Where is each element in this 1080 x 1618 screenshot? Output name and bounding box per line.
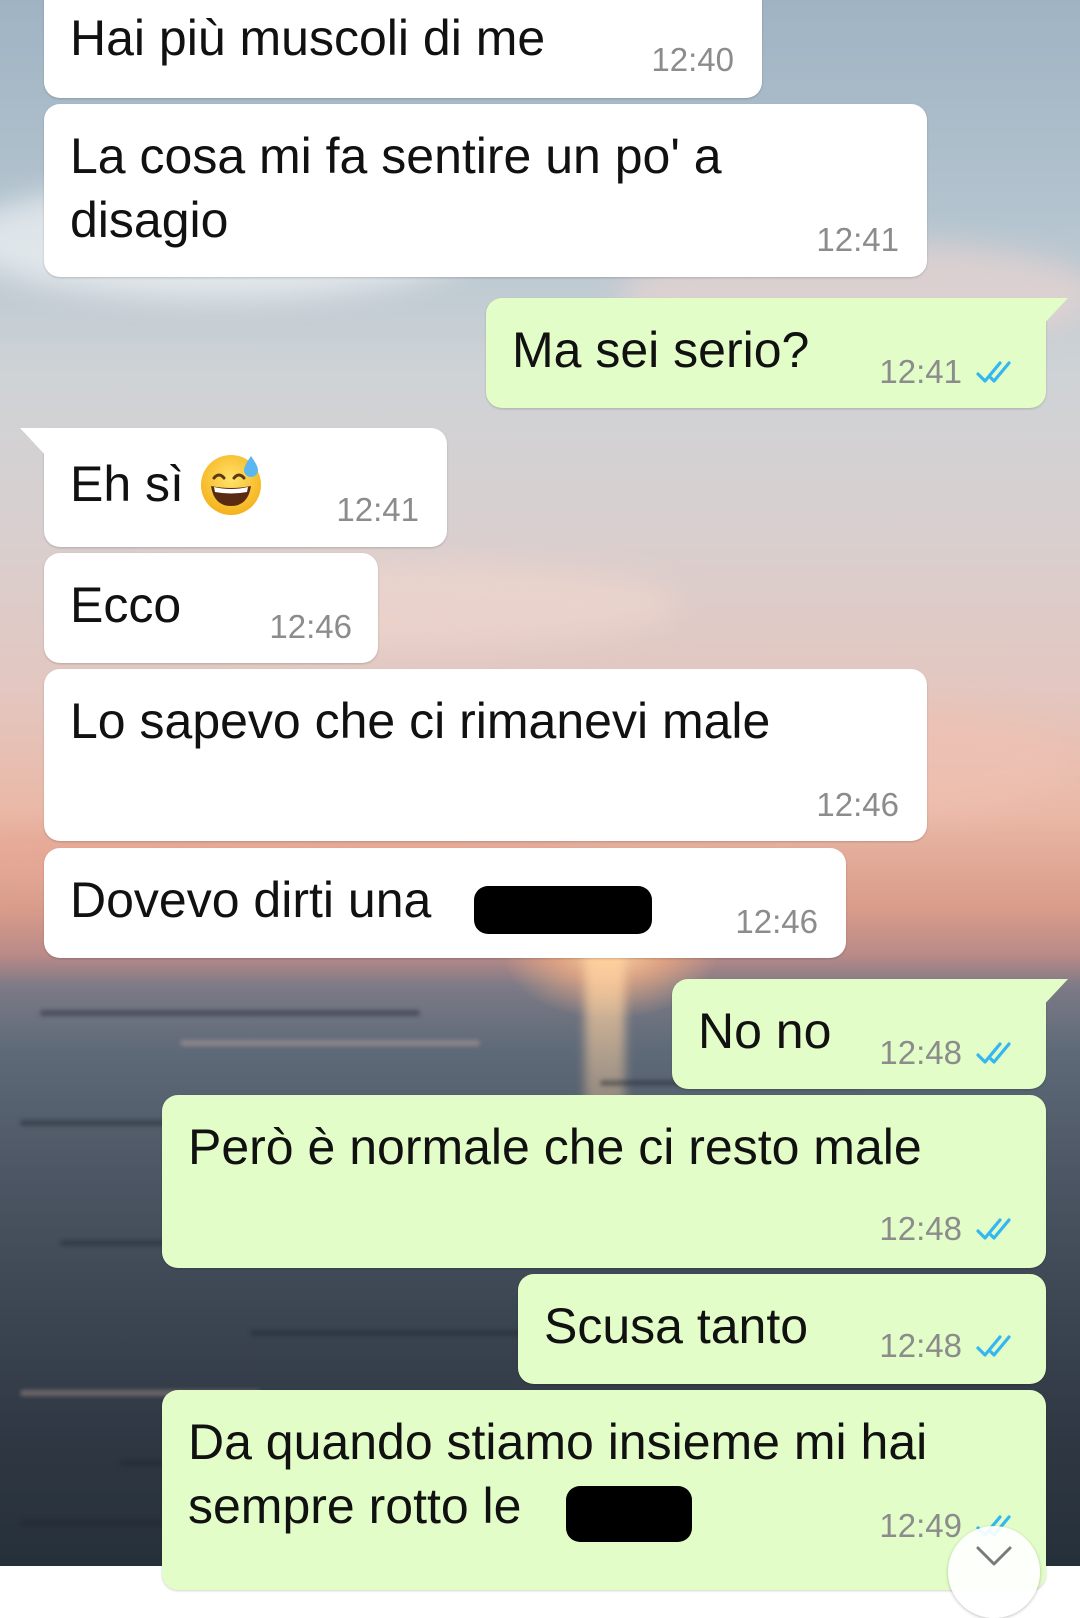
message-text: Hai più muscoli di me (70, 10, 546, 66)
message-bubble-outgoing[interactable]: Da quando stiamo insieme mi hai sempre r… (162, 1390, 1046, 1590)
message-time: 12:46 (816, 786, 899, 823)
message-time: 12:41 (879, 353, 962, 390)
message-text: Da quando stiamo insieme mi hai sempre r… (188, 1414, 928, 1534)
double-check-icon (976, 361, 1011, 383)
bubble-tail (1040, 979, 1068, 1009)
message-time: 12:46 (269, 608, 352, 645)
double-check-icon (976, 1218, 1011, 1240)
message-bubble-incoming[interactable]: Hai più muscoli di me 12:40 (44, 0, 762, 98)
chevron-down-icon (976, 1546, 1012, 1566)
message-time: 12:48 (879, 1210, 962, 1247)
message-time: 12:41 (816, 221, 899, 258)
message-text: La cosa mi fa sentire un po' a disagio (70, 128, 722, 248)
message-text: Scusa tanto (544, 1298, 809, 1354)
message-time: 12:49 (879, 1507, 962, 1544)
message-bubble-incoming[interactable]: Ecco 12:46 (44, 553, 378, 663)
message-bubble-outgoing[interactable]: Ma sei serio? 12:41 (486, 298, 1068, 408)
message-text: Eh sì (70, 456, 184, 512)
grinning-face-with-sweat-icon (201, 455, 261, 515)
message-time: 12:48 (879, 1327, 962, 1364)
message-time: 12:41 (336, 491, 419, 528)
message-time: 12:48 (879, 1034, 962, 1071)
message-bubble-outgoing[interactable]: No no 12:48 (672, 979, 1068, 1089)
message-text: Però è normale che ci resto male (188, 1119, 922, 1175)
message-text: Ecco (70, 577, 182, 633)
message-time: 12:46 (735, 903, 818, 940)
double-check-icon (976, 1335, 1011, 1357)
message-text: Dovevo dirti una (70, 872, 432, 928)
bubble-tail (1040, 298, 1068, 328)
message-bubble-incoming[interactable]: Eh sì 12:41 (20, 428, 447, 547)
message-text: Ma sei serio? (512, 322, 810, 378)
message-bubble-incoming[interactable]: Lo sapevo che ci rimanevi male 12:46 (44, 669, 927, 841)
scroll-to-bottom-button[interactable] (948, 1526, 1040, 1618)
message-text: No no (698, 1003, 832, 1059)
message-time: 12:40 (651, 41, 734, 78)
double-check-icon (976, 1042, 1011, 1064)
message-bubble-outgoing[interactable]: Scusa tanto 12:48 (518, 1274, 1046, 1384)
message-bubble-incoming[interactable]: La cosa mi fa sentire un po' a disagio 1… (44, 104, 927, 277)
message-bubble-outgoing[interactable]: Però è normale che ci resto male 12:48 (162, 1095, 1046, 1268)
redaction-block (566, 1486, 692, 1542)
message-bubble-incoming[interactable]: Dovevo dirti una 12:46 (44, 848, 846, 958)
bubble-tail (20, 428, 48, 458)
redaction-block (474, 886, 652, 934)
message-text: Lo sapevo che ci rimanevi male (70, 693, 771, 749)
